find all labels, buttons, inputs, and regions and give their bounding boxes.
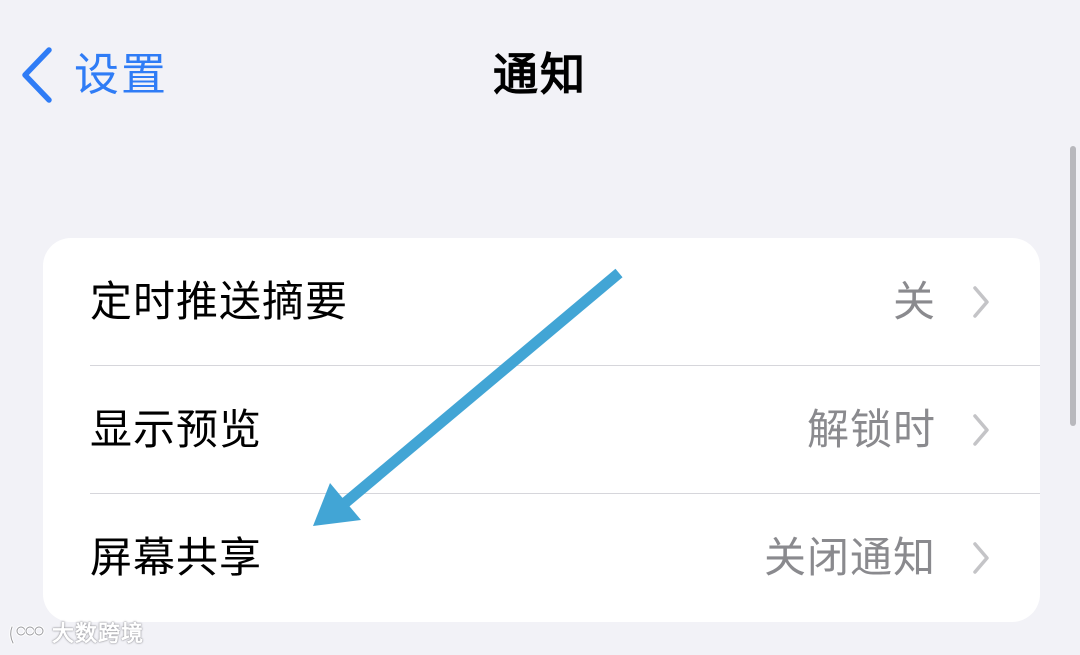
scrollbar[interactable] <box>1070 146 1076 426</box>
chevron-right-icon <box>973 542 989 574</box>
page-title: 通知 <box>492 48 587 101</box>
settings-row-show-previews[interactable]: 显示预览 解锁时 <box>43 366 1040 494</box>
chevron-right-icon <box>973 286 989 318</box>
row-label: 屏幕共享 <box>90 533 263 582</box>
chevron-right-icon <box>973 414 989 446</box>
row-value: 解锁时 <box>806 405 936 454</box>
row-value: 关闭通知 <box>763 533 936 582</box>
settings-group: 定时推送摘要 关 显示预览 解锁时 屏幕共享 关闭通知 <box>43 238 1040 622</box>
navigation-bar: 设置 通知 <box>0 0 1080 150</box>
row-label: 显示预览 <box>90 405 263 454</box>
row-label: 定时推送摘要 <box>90 277 349 326</box>
row-value: 关 <box>892 277 936 326</box>
settings-row-screen-sharing[interactable]: 屏幕共享 关闭通知 <box>43 494 1040 622</box>
watermark-text: 大数跨境 <box>52 622 145 647</box>
settings-row-scheduled-summary[interactable]: 定时推送摘要 关 <box>43 238 1040 366</box>
logo-icon <box>9 625 45 645</box>
watermark: 大数跨境 <box>8 619 144 651</box>
